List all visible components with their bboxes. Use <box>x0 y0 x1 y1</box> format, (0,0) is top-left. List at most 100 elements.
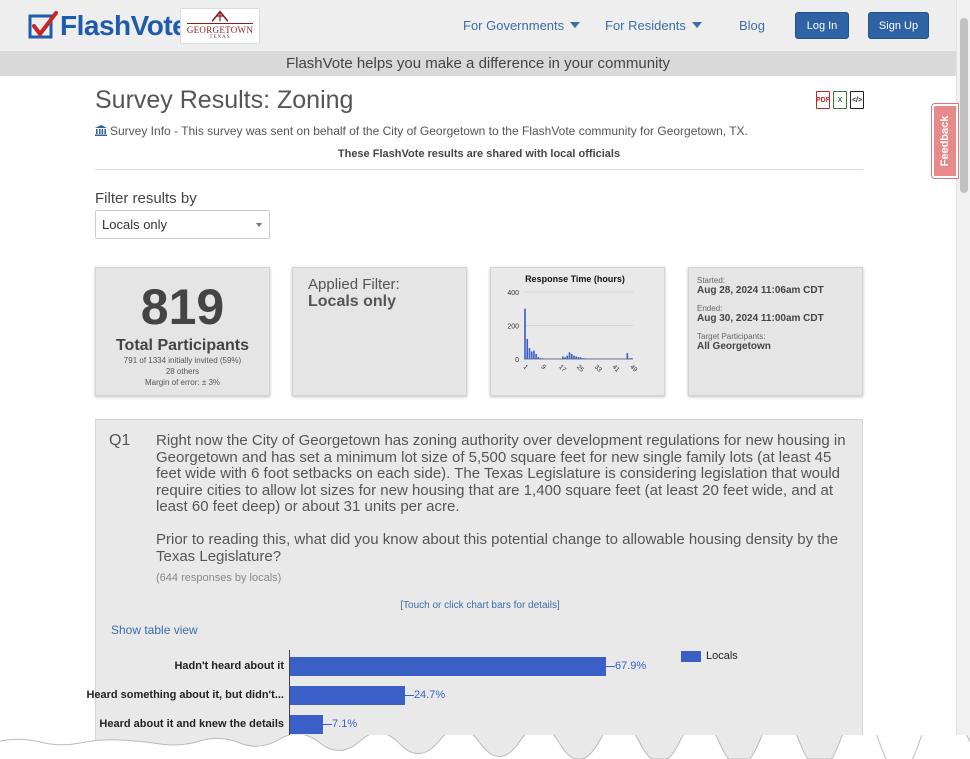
legend-swatch <box>681 651 701 662</box>
y-tick-label: 400 <box>507 290 519 297</box>
filter-label: Filter results by <box>95 190 197 207</box>
question-prompt: Prior to reading this, what did you know… <box>156 530 839 565</box>
x-tick-label: 41 <box>611 364 621 374</box>
applied-filter-value: Locals only <box>308 293 397 310</box>
bar-value-connector <box>323 724 333 725</box>
x-tick-label: 17 <box>557 364 567 374</box>
download-icons: PDF X </> <box>816 91 864 109</box>
scrollbar-thumb[interactable] <box>960 18 968 193</box>
applied-filter-card: Applied Filter: Locals only <box>292 267 467 396</box>
georgetown-logo: GEORGETOWN TEXAS <box>180 8 260 44</box>
top-navbar: FlashVote GEORGETOWN TEXAS For Governmen… <box>0 0 956 52</box>
chart-hint: [Touch or click chart bars for details] <box>400 600 560 611</box>
response-time-bar[interactable] <box>626 353 629 359</box>
nav-blog[interactable]: Blog <box>739 18 765 33</box>
response-time-bar[interactable] <box>526 338 529 359</box>
x-tick-label: 9 <box>539 364 547 372</box>
bar-value-connector <box>606 666 615 667</box>
filter-select[interactable]: Locals only <box>95 210 270 239</box>
response-time-bar[interactable] <box>539 358 542 359</box>
response-time-bar[interactable] <box>586 358 589 359</box>
answer-label: Heard something about it, but didn't... <box>86 689 284 701</box>
response-time-card: Response Time (hours) 400 200 0 1 9 17 25 33 41 4… <box>490 267 665 396</box>
response-time-bar[interactable] <box>524 308 526 359</box>
answer-label: Heard about it and knew the details <box>99 718 284 730</box>
embed-code-icon[interactable]: </> <box>850 91 864 109</box>
bar-value: 67.9% <box>615 660 647 672</box>
response-time-bar[interactable] <box>535 353 537 359</box>
flashvote-logo[interactable]: FlashVote <box>28 9 188 43</box>
response-time-bar[interactable] <box>630 358 633 359</box>
response-time-bar[interactable] <box>530 351 533 359</box>
response-time-bar[interactable] <box>582 358 584 359</box>
question-card: Q1 Right now the City of Georgetown has … <box>86 419 863 759</box>
response-time-bar[interactable] <box>577 356 580 359</box>
response-time-bar[interactable] <box>533 350 535 359</box>
answer-bar[interactable] <box>290 657 606 676</box>
response-time-bar[interactable] <box>573 355 575 359</box>
torn-edge <box>0 735 970 759</box>
bar-value: 24.7% <box>413 689 446 701</box>
response-time-bar[interactable] <box>590 358 593 359</box>
response-time-bar[interactable] <box>566 355 569 359</box>
answer-label: Hadn't heard about it <box>174 660 284 672</box>
page-scrollbar[interactable] <box>956 0 970 759</box>
response-time-bar[interactable] <box>628 358 631 359</box>
brand-name: FlashVote <box>60 10 188 41</box>
pdf-download-icon[interactable]: PDF <box>816 91 830 109</box>
response-time-bar[interactable] <box>588 358 591 359</box>
response-time-bar[interactable] <box>564 357 566 359</box>
excel-download-icon[interactable]: X <box>833 91 847 109</box>
response-chart-title: Response Time (hours) <box>525 274 625 284</box>
started-label: Started: <box>697 276 726 285</box>
caret-down-icon <box>691 22 702 28</box>
total-participants-count: 819 <box>140 279 225 335</box>
response-time-bar[interactable] <box>584 358 586 359</box>
answer-bar[interactable] <box>290 686 405 705</box>
response-time-bar[interactable] <box>575 356 577 359</box>
georgetown-logo-text: GEORGETOWN <box>186 23 254 35</box>
ended-label: Ended: <box>697 304 723 313</box>
ended-value: Aug 30, 2024 11:00am CDT <box>697 313 824 324</box>
target-value: All Georgetown <box>697 341 771 352</box>
nav-for-governments[interactable]: For Governments <box>463 18 581 33</box>
tagline-banner: FlashVote helps you make a difference in… <box>0 52 956 76</box>
response-time-bar[interactable] <box>570 353 573 359</box>
filter-selected-value: Locals only <box>102 217 168 232</box>
participants-card: 819 Total Participants 791 of 1334 initi… <box>95 267 270 396</box>
legend-label: Locals <box>706 650 738 662</box>
answer-bar[interactable] <box>290 715 324 734</box>
survey-info-text: Survey Info - This survey was sent on be… <box>110 124 748 138</box>
shared-note: These FlashVote results are shared with … <box>337 148 621 160</box>
response-time-bar[interactable] <box>568 352 571 359</box>
georgetown-logo-subtext: TEXAS <box>209 35 231 40</box>
response-time-bar[interactable] <box>541 358 544 359</box>
started-value: Aug 28, 2024 11:06am CDT <box>697 285 824 296</box>
nav-for-governments-label: For Governments <box>463 18 565 33</box>
survey-info: Survey Info - This survey was sent on be… <box>95 124 748 138</box>
feedback-tab[interactable]: Feedback <box>931 103 959 179</box>
page-title: Survey Results: Zoning <box>95 86 354 114</box>
x-tick-label: 49 <box>628 364 638 374</box>
y-tick-label: 0 <box>515 357 519 364</box>
response-time-bar[interactable] <box>562 356 564 359</box>
response-time-bar[interactable] <box>528 348 531 359</box>
login-button[interactable]: Log In <box>795 12 849 39</box>
show-table-view-link[interactable]: Show table view <box>111 623 198 637</box>
response-time-bar[interactable] <box>544 358 546 359</box>
bar-value-connector <box>404 695 414 696</box>
response-time-bar[interactable] <box>579 357 582 359</box>
x-tick-label: 25 <box>575 364 585 374</box>
question-number: Q1 <box>109 432 131 449</box>
government-building-icon <box>95 125 107 136</box>
timing-card: Started: Aug 28, 2024 11:06am CDT Ended:… <box>688 267 863 396</box>
dropdown-arrow-icon <box>256 223 262 227</box>
signup-button[interactable]: Sign Up <box>868 12 929 39</box>
nav-for-residents[interactable]: For Residents <box>605 18 702 33</box>
georgetown-emblem-icon <box>211 10 229 22</box>
response-count: (644 responses by locals) <box>156 572 282 584</box>
response-time-chart[interactable]: Response Time (hours) 400 200 01 9 17 25 33 41 4… <box>491 268 666 397</box>
response-time-bar[interactable] <box>537 356 540 359</box>
bar-value: 7.1% <box>332 718 358 730</box>
checkbox-logo-icon <box>28 11 58 41</box>
